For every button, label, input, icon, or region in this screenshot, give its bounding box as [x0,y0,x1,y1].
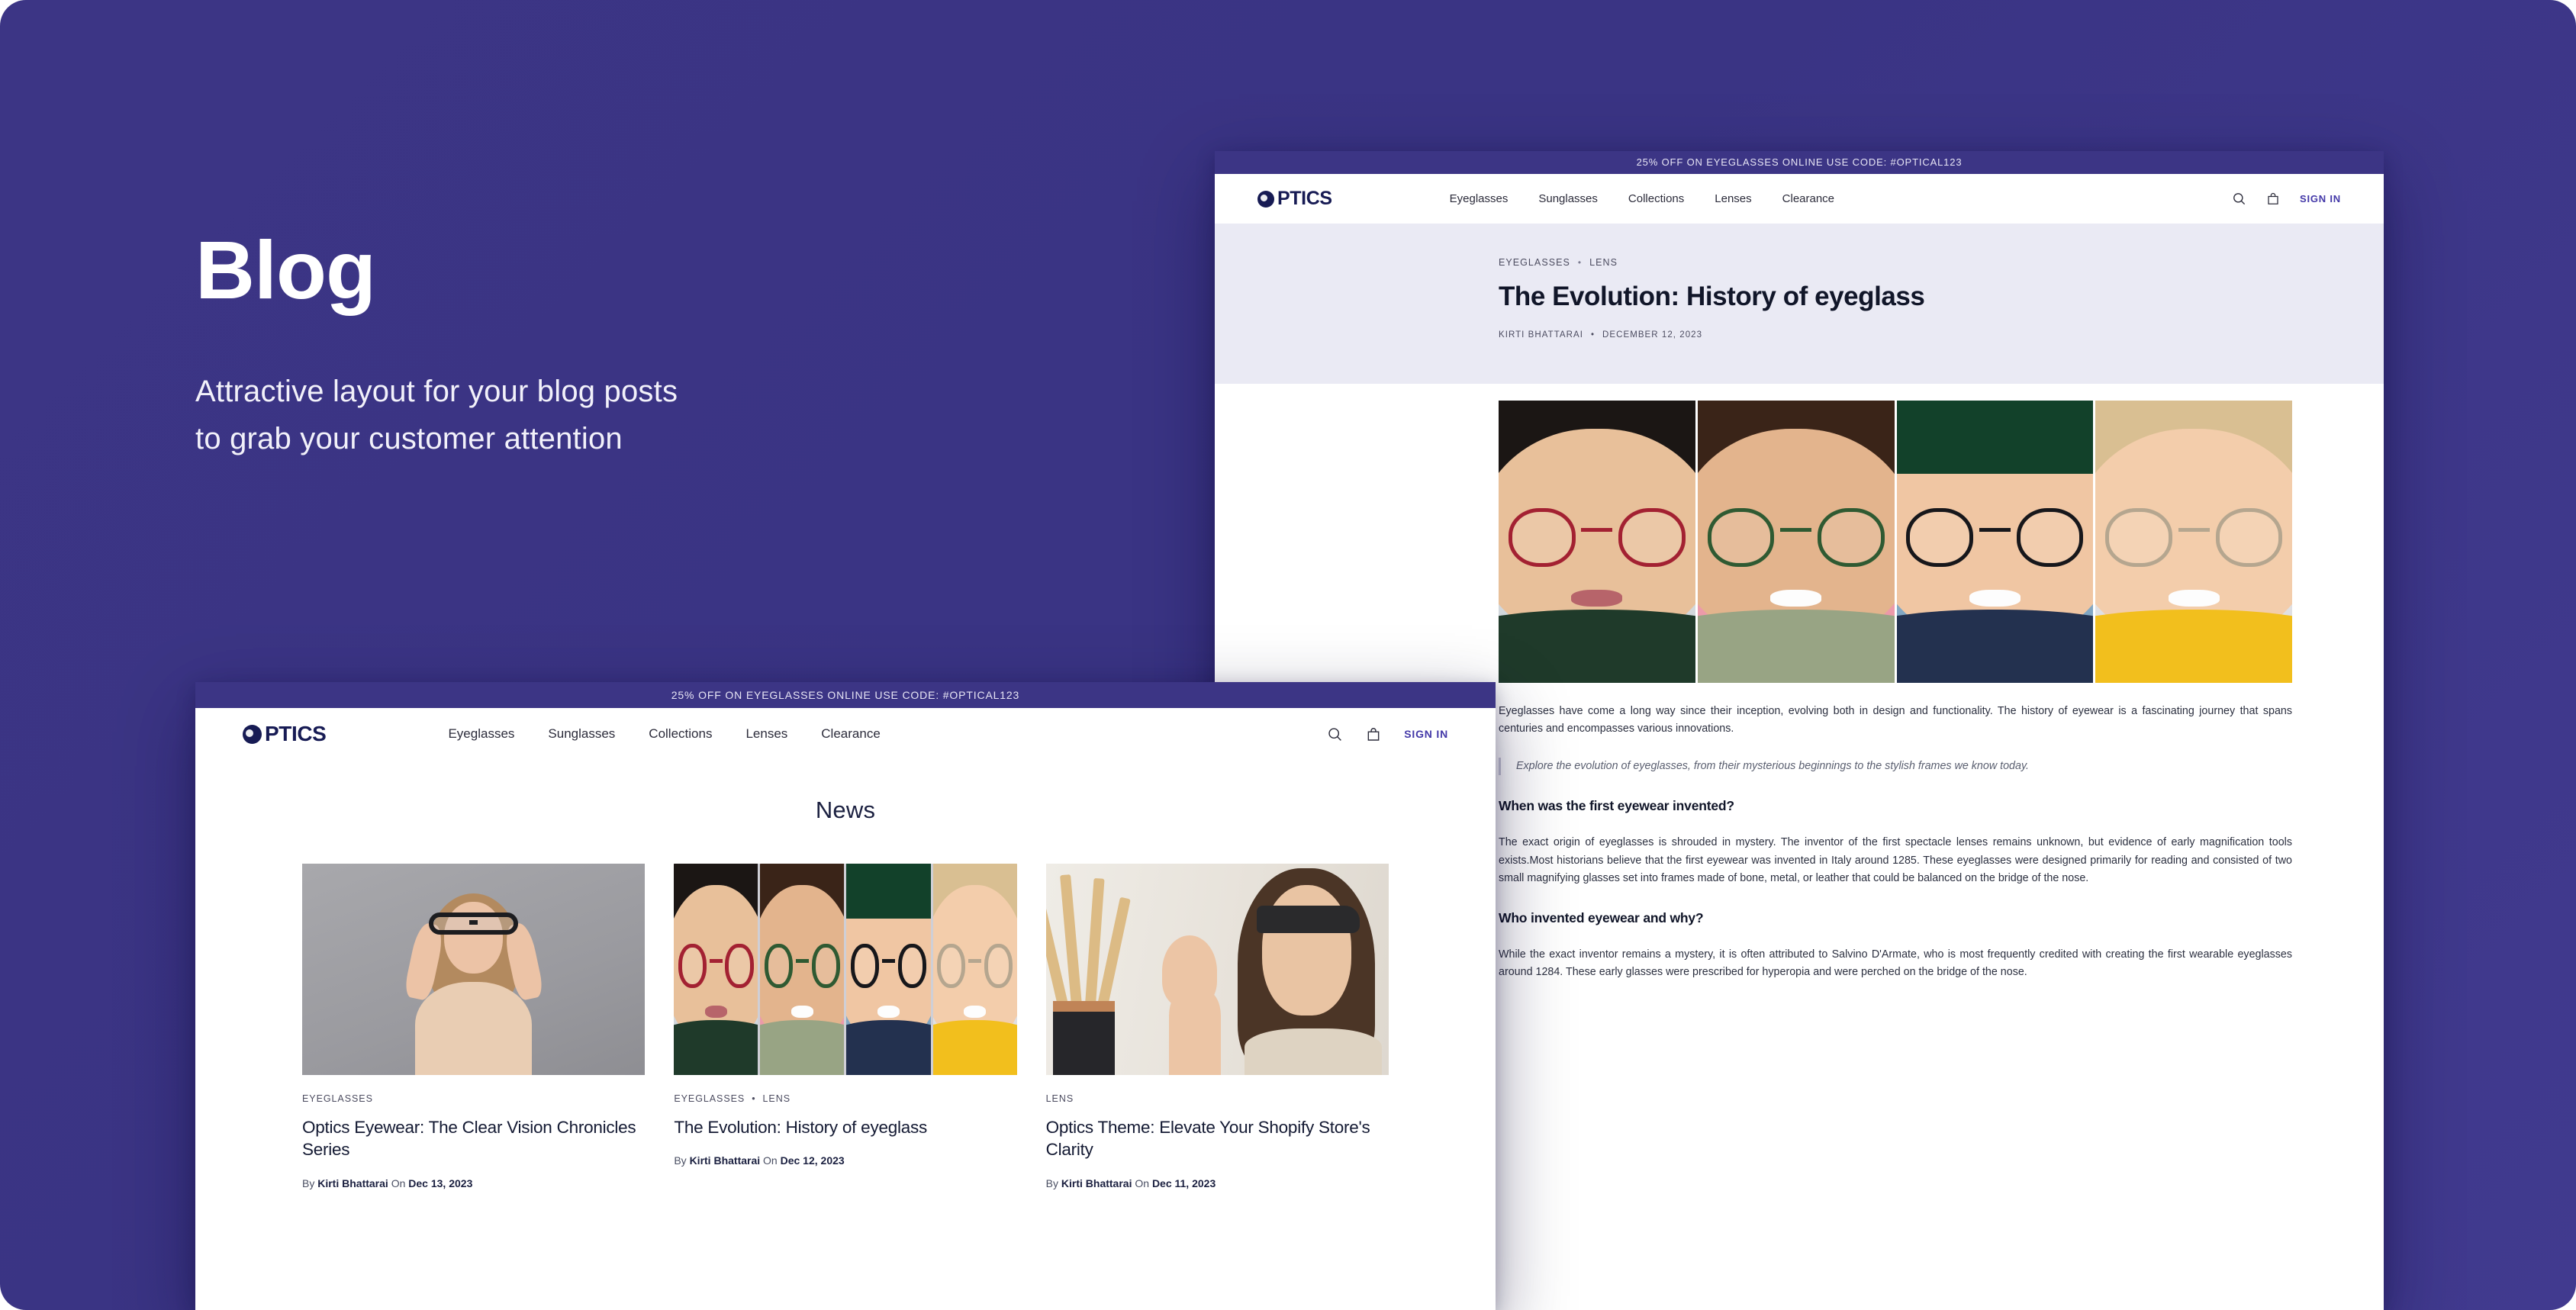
byline-separator-dot-icon: • [1590,330,1596,340]
blog-card-category[interactable]: EYEGLASSES [302,1093,373,1104]
blog-card-title[interactable]: Optics Eyewear: The Clear Vision Chronic… [302,1116,645,1161]
blog-listing-page: News EYEGLASSES Optics Eyewear: The Clea… [195,760,1496,1189]
blog-card[interactable]: EYEGLASSES Optics Eyewear: The Clear Vis… [302,864,646,1189]
blog-card-category[interactable]: LENS [763,1093,791,1104]
main-navigation: Eyeglasses Sunglasses Collections Lenses… [448,726,880,742]
blog-card[interactable]: EYEGLASSES • LENS The Evolution: History… [674,864,1017,1189]
nav-item-sunglasses[interactable]: Sunglasses [548,726,615,742]
by-label: By [674,1154,687,1167]
blog-card-author: Kirti Bhattarai [1061,1176,1132,1189]
by-label: By [302,1176,315,1189]
blog-card-category[interactable]: EYEGLASSES [674,1093,745,1104]
category-separator-dot-icon: • [752,1093,756,1104]
blog-card-meta: By Kirti Bhattarai On Dec 12, 2023 [674,1154,1016,1167]
sign-in-link[interactable]: SIGN IN [1404,728,1448,740]
photo-pane-4 [2095,401,2292,683]
main-navigation: Eyeglasses Sunglasses Collections Lenses… [1450,192,1834,205]
nav-item-collections[interactable]: Collections [649,726,712,742]
article-section-1-body: The exact origin of eyeglasses is shroud… [1499,836,2292,884]
nav-item-lenses[interactable]: Lenses [1715,192,1751,205]
blog-card-meta: By Kirti Bhattarai On Dec 13, 2023 [302,1177,645,1189]
nav-item-clearance[interactable]: Clearance [821,726,881,742]
optics-globe-logo-icon [1257,190,1274,208]
nav-item-collections[interactable]: Collections [1628,192,1684,205]
on-label: On [763,1154,778,1167]
blog-card-author: Kirti Bhattarai [317,1176,388,1189]
brand-name: PTICS [1277,188,1332,209]
hero-subtitle-line-1: Attractive layout for your blog posts [195,375,678,408]
by-label: By [1045,1176,1058,1189]
sign-in-link[interactable]: SIGN IN [2300,193,2341,204]
article-section-2-heading: Who invented eyewear and why? [1499,909,1704,925]
article-hero-band: EYEGLASSES • LENS The Evolution: History… [1215,224,2384,384]
site-header: PTICS Eyeglasses Sunglasses Collections … [195,708,1496,760]
blog-card-meta: By Kirti Bhattarai On Dec 11, 2023 [1046,1177,1389,1189]
optics-globe-logo-icon [243,724,262,744]
blog-browser-window: 25% OFF ON EYEGLASSES ONLINE USE CODE: #… [195,682,1496,1310]
photo-pane-1 [1499,401,1695,683]
blog-card-date: Dec 11, 2023 [1151,1176,1216,1189]
photo-pane-4 [932,864,1017,1075]
shopping-bag-icon[interactable] [1366,726,1381,742]
brand-name: PTICS [265,722,327,745]
promo-stage: Blog Attractive layout for your blog pos… [0,0,2576,1310]
nav-item-lenses[interactable]: Lenses [745,726,787,742]
article-section-1-heading: When was the first eyewear invented? [1499,798,1734,814]
search-icon[interactable] [1327,726,1343,742]
article-title: The Evolution: History of eyeglass [1499,282,1925,311]
blog-card-author: Kirti Bhattarai [689,1154,761,1167]
search-icon[interactable] [2232,192,2246,206]
category-separator-dot-icon: • [1577,257,1583,268]
photo-pane-3 [1896,401,2094,683]
blog-card-categories: LENS [1046,1093,1389,1104]
hero-subtitle-line-2: to grab your customer attention [195,422,623,455]
article-category-2[interactable]: LENS [1589,257,1618,268]
site-header: PTICS Eyeglasses Sunglasses Collections … [1215,174,2384,224]
announcement-bar: 25% OFF ON EYEGLASSES ONLINE USE CODE: #… [195,682,1496,708]
blog-card-thumbnail[interactable] [674,864,1017,1075]
photo-pane-2 [760,864,845,1075]
header-actions: SIGN IN [1327,726,1448,742]
article-section-2-body: While the exact inventor remains a myste… [1499,948,2292,979]
article-hero-image [1499,401,2292,683]
on-label: On [1135,1176,1150,1189]
blog-card[interactable]: LENS Optics Theme: Elevate Your Shopify … [1045,864,1389,1189]
page-title: Blog [195,224,376,316]
blog-page-heading: News [815,797,876,823]
blog-card-date: Dec 13, 2023 [408,1176,473,1189]
blog-card-title[interactable]: Optics Theme: Elevate Your Shopify Store… [1046,1116,1389,1161]
article-date: DECEMBER 12, 2023 [1602,330,1703,340]
hero-copy: Blog Attractive layout for your blog pos… [195,229,1149,462]
article-intro-paragraph: Eyeglasses have come a long way since th… [1499,705,2292,735]
article-byline: KIRTI BHATTARAI • DECEMBER 12, 2023 [1499,330,2292,340]
blog-card-categories: EYEGLASSES [302,1093,645,1104]
blog-card-thumbnail[interactable] [1045,864,1389,1075]
article-categories: EYEGLASSES • LENS [1499,257,2292,268]
header-actions: SIGN IN [2232,192,2341,206]
nav-item-sunglasses[interactable]: Sunglasses [1538,192,1598,205]
photo-pane-3 [846,864,931,1075]
brand-logo[interactable]: PTICS [1257,188,1332,210]
announcement-bar: 25% OFF ON EYEGLASSES ONLINE USE CODE: #… [1215,151,2384,174]
photo-pane-1 [674,864,758,1075]
blog-card-thumbnail[interactable] [302,864,646,1075]
on-label: On [391,1176,406,1189]
photo-pane-2 [1697,401,1895,683]
article-pullquote: Explore the evolution of eyeglasses, fro… [1499,758,2292,776]
blog-card-grid: EYEGLASSES Optics Eyewear: The Clear Vis… [195,864,1496,1189]
blog-card-category[interactable]: LENS [1046,1093,1074,1104]
nav-item-eyeglasses[interactable]: Eyeglasses [448,726,514,742]
blog-card-categories: EYEGLASSES • LENS [674,1093,1016,1104]
nav-item-clearance[interactable]: Clearance [1782,192,1834,205]
blog-card-title[interactable]: The Evolution: History of eyeglass [674,1116,1016,1138]
shopping-bag-icon[interactable] [2266,192,2280,206]
nav-item-eyeglasses[interactable]: Eyeglasses [1450,192,1509,205]
hero-subtitle: Attractive layout for your blog posts to… [195,368,1149,462]
article-author: KIRTI BHATTARAI [1499,330,1583,340]
article-category-1[interactable]: EYEGLASSES [1499,257,1570,268]
brand-logo[interactable]: PTICS [243,722,327,746]
blog-card-date: Dec 12, 2023 [780,1154,845,1167]
